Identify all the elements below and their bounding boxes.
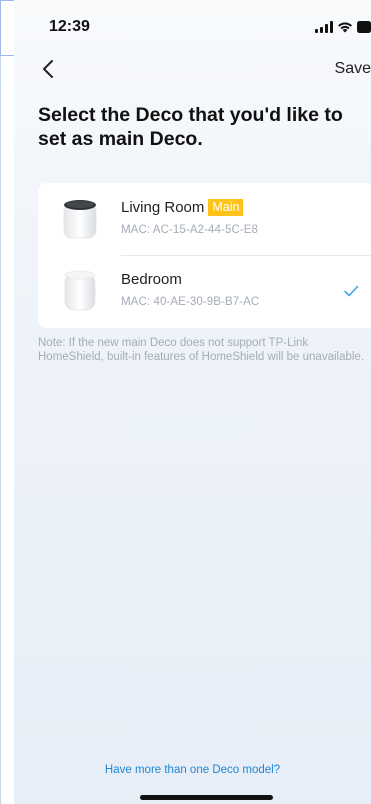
left-edge-divider [0, 56, 1, 804]
device-name-label: Bedroom [121, 271, 182, 288]
homeshield-note: Note: If the new main Deco does not supp… [38, 337, 365, 363]
main-badge: Main [208, 199, 244, 216]
device-mac: MAC: AC-15-A2-44-5C-E8 [121, 224, 259, 236]
device-row-living-room[interactable]: Living Room Main MAC: AC-15-A2-44-5C-E8 [38, 183, 371, 255]
save-button[interactable]: Save [335, 60, 371, 78]
deco-dark-top-icon [60, 196, 100, 242]
chevron-left-icon [43, 60, 53, 78]
left-edge-panel [0, 0, 14, 804]
battery-icon [357, 21, 371, 33]
status-icons [315, 21, 371, 33]
status-bar: 12:39 [22, 18, 371, 42]
signal-icon [315, 21, 333, 33]
device-name: Bedroom [121, 271, 182, 288]
left-edge-accent [0, 0, 14, 56]
page-title: Select the Deco that you'd like to set a… [38, 104, 343, 150]
wifi-icon [337, 21, 353, 33]
device-name-label: Living Room [121, 199, 205, 216]
device-list-card: Living Room Main MAC: AC-15-A2-44-5C-E8 [38, 183, 371, 328]
home-indicator [140, 795, 273, 800]
device-row-bedroom[interactable]: Bedroom MAC: 40-AE-30-9B-B7-AC [38, 255, 371, 327]
checkmark-icon [343, 283, 359, 299]
deco-white-icon [60, 268, 100, 314]
device-name: Living Room Main [121, 199, 244, 216]
screen: 12:39 Save Select the Deco that you'd li… [0, 0, 371, 804]
status-time: 12:39 [49, 18, 90, 35]
more-deco-model-link[interactable]: Have more than one Deco model? [0, 764, 371, 776]
device-mac: MAC: 40-AE-30-9B-B7-AC [121, 296, 260, 308]
back-button[interactable] [38, 57, 62, 81]
